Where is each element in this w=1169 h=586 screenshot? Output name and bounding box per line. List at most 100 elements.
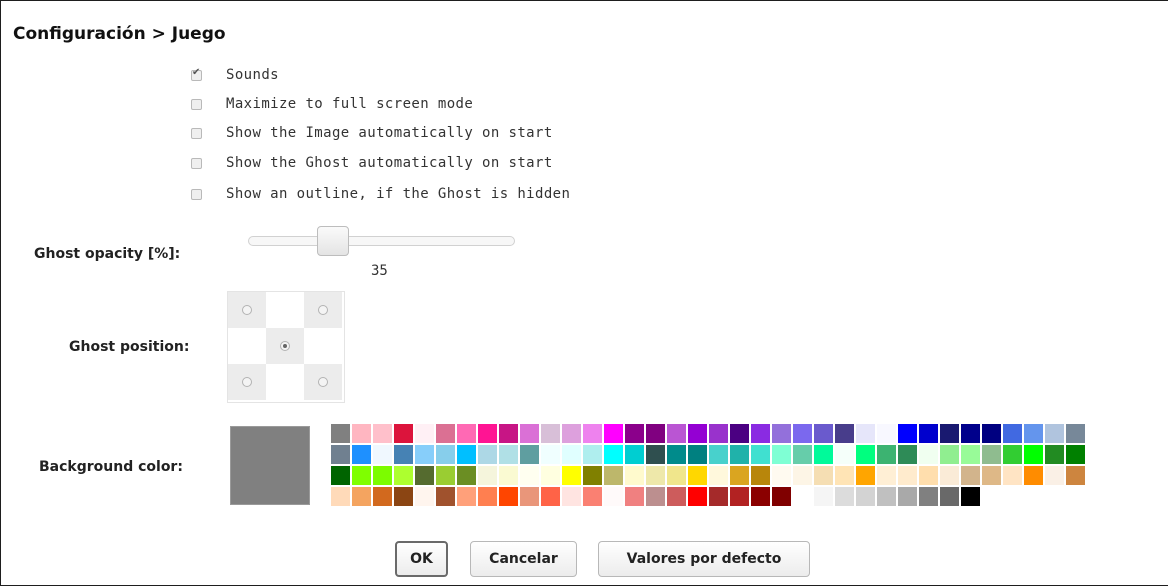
- color-swatch[interactable]: [688, 424, 707, 443]
- color-swatch[interactable]: [919, 424, 938, 443]
- color-swatch[interactable]: [835, 424, 854, 443]
- opacity-slider-track[interactable]: [248, 236, 515, 246]
- color-swatch[interactable]: [835, 487, 854, 506]
- color-swatch[interactable]: [646, 445, 665, 464]
- color-swatch[interactable]: [415, 487, 434, 506]
- color-swatch[interactable]: [562, 487, 581, 506]
- color-swatch[interactable]: [352, 487, 371, 506]
- color-swatch[interactable]: [940, 445, 959, 464]
- color-swatch[interactable]: [1066, 445, 1085, 464]
- color-swatch[interactable]: [478, 466, 497, 485]
- color-swatch[interactable]: [415, 466, 434, 485]
- color-swatch[interactable]: [373, 487, 392, 506]
- color-swatch[interactable]: [814, 424, 833, 443]
- color-swatch[interactable]: [1003, 424, 1022, 443]
- color-swatch[interactable]: [730, 487, 749, 506]
- color-swatch[interactable]: [772, 445, 791, 464]
- color-swatch[interactable]: [730, 445, 749, 464]
- option-show-image[interactable]: Show the Image automatically on start: [191, 123, 553, 143]
- color-swatch[interactable]: [331, 424, 350, 443]
- color-swatch[interactable]: [583, 466, 602, 485]
- color-swatch[interactable]: [961, 466, 980, 485]
- color-swatch[interactable]: [415, 424, 434, 443]
- color-swatch[interactable]: [856, 466, 875, 485]
- color-swatch[interactable]: [751, 445, 770, 464]
- color-swatch[interactable]: [457, 466, 476, 485]
- color-swatch[interactable]: [394, 424, 413, 443]
- color-swatch[interactable]: [562, 424, 581, 443]
- color-swatch[interactable]: [1045, 424, 1064, 443]
- color-swatch[interactable]: [520, 466, 539, 485]
- color-swatch[interactable]: [646, 466, 665, 485]
- color-swatch[interactable]: [751, 466, 770, 485]
- color-swatch[interactable]: [457, 424, 476, 443]
- color-swatch[interactable]: [520, 487, 539, 506]
- color-swatch[interactable]: [604, 487, 623, 506]
- color-swatch[interactable]: [625, 445, 644, 464]
- color-swatch[interactable]: [814, 487, 833, 506]
- color-swatch[interactable]: [919, 466, 938, 485]
- color-swatch[interactable]: [499, 466, 518, 485]
- color-swatch[interactable]: [919, 487, 938, 506]
- color-swatch[interactable]: [940, 424, 959, 443]
- color-swatch[interactable]: [541, 424, 560, 443]
- color-swatch[interactable]: [709, 445, 728, 464]
- color-swatch[interactable]: [856, 424, 875, 443]
- color-swatch[interactable]: [646, 487, 665, 506]
- color-swatch[interactable]: [604, 424, 623, 443]
- color-swatch[interactable]: [1066, 466, 1085, 485]
- color-swatch[interactable]: [394, 466, 413, 485]
- color-swatch[interactable]: [814, 466, 833, 485]
- color-swatch[interactable]: [961, 487, 980, 506]
- color-swatch[interactable]: [982, 466, 1001, 485]
- color-swatch[interactable]: [436, 487, 455, 506]
- color-swatch[interactable]: [772, 424, 791, 443]
- color-swatch[interactable]: [898, 424, 917, 443]
- color-swatch[interactable]: [436, 445, 455, 464]
- color-swatch[interactable]: [793, 487, 812, 506]
- color-swatch[interactable]: [793, 466, 812, 485]
- color-swatch[interactable]: [520, 424, 539, 443]
- color-swatch[interactable]: [583, 445, 602, 464]
- position-radio-top-left[interactable]: [242, 305, 252, 315]
- color-swatch[interactable]: [436, 424, 455, 443]
- color-swatch[interactable]: [709, 466, 728, 485]
- color-swatch[interactable]: [499, 487, 518, 506]
- color-swatch[interactable]: [961, 445, 980, 464]
- color-swatch[interactable]: [478, 487, 497, 506]
- color-swatch[interactable]: [898, 466, 917, 485]
- color-swatch[interactable]: [1024, 466, 1043, 485]
- color-swatch[interactable]: [856, 445, 875, 464]
- color-swatch[interactable]: [877, 445, 896, 464]
- position-radio-center[interactable]: [280, 341, 290, 351]
- color-swatch[interactable]: [835, 466, 854, 485]
- color-swatch[interactable]: [1024, 424, 1043, 443]
- color-swatch[interactable]: [457, 487, 476, 506]
- outline-checkbox[interactable]: [191, 188, 202, 200]
- color-swatch[interactable]: [625, 466, 644, 485]
- color-swatch[interactable]: [373, 445, 392, 464]
- color-swatch[interactable]: [562, 466, 581, 485]
- color-swatch[interactable]: [730, 466, 749, 485]
- color-swatch[interactable]: [709, 424, 728, 443]
- color-swatch[interactable]: [1003, 466, 1022, 485]
- color-swatch[interactable]: [772, 466, 791, 485]
- position-radio-top-right[interactable]: [318, 305, 328, 315]
- color-swatch[interactable]: [394, 487, 413, 506]
- color-swatch[interactable]: [814, 445, 833, 464]
- color-swatch[interactable]: [667, 424, 686, 443]
- option-fullscreen[interactable]: Maximize to full screen mode: [191, 94, 473, 114]
- color-swatch[interactable]: [667, 445, 686, 464]
- color-swatch[interactable]: [478, 445, 497, 464]
- color-swatch[interactable]: [709, 487, 728, 506]
- color-swatch[interactable]: [331, 445, 350, 464]
- color-swatch[interactable]: [793, 424, 812, 443]
- opacity-slider-handle[interactable]: [317, 226, 349, 256]
- color-swatch[interactable]: [520, 445, 539, 464]
- color-swatch[interactable]: [499, 424, 518, 443]
- color-swatch[interactable]: [772, 487, 791, 506]
- color-swatch[interactable]: [625, 487, 644, 506]
- color-swatch[interactable]: [667, 487, 686, 506]
- color-swatch[interactable]: [604, 466, 623, 485]
- color-swatch[interactable]: [373, 466, 392, 485]
